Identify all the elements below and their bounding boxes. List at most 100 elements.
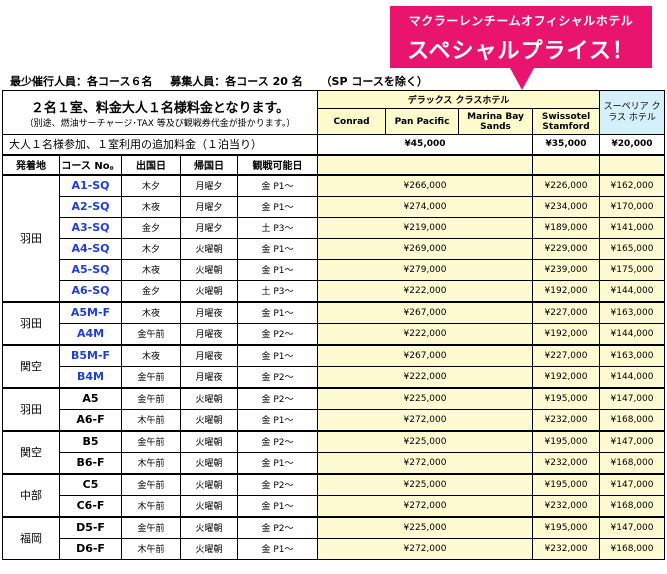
depart-day: 木午前 [121, 494, 181, 517]
price-superior: ¥175,000 [599, 258, 666, 281]
watch-day: 金 P1～ [236, 408, 319, 431]
table-row: C6-F 木午前 火曜朝金 P1～ ¥272,000 ¥232,000 ¥168,000 [3, 494, 666, 517]
price-deluxe: ¥274,000 [317, 195, 534, 218]
return-day: 月曜夜 [180, 300, 238, 324]
price-deluxe: ¥222,000 [317, 322, 534, 345]
notice-sub: （別途、燃油サーチャージ･TAX 等及び観戦券代金が掛かります。） [24, 118, 296, 129]
col-depart-header: 出国日 [121, 153, 181, 175]
price-swissotel: ¥195,000 [532, 386, 601, 410]
return-day: 火曜朝 [180, 451, 238, 474]
depart-day: 木午前 [121, 451, 181, 474]
table-row: A5-SQ 木夜 火曜朝金 P1～ ¥279,000 ¥239,000 ¥175,000 [3, 258, 666, 281]
depart-day: 木午前 [121, 408, 181, 431]
price-deluxe: ¥279,000 [317, 258, 534, 281]
return-day: 火曜朝 [180, 237, 238, 260]
course-code: B5 [59, 429, 122, 453]
price-swissotel: ¥189,000 [532, 216, 601, 239]
watch-day: 金 P2～ [236, 322, 319, 345]
return-day: 月曜夕 [180, 173, 238, 197]
return-day: 月曜夕 [180, 195, 238, 218]
watch-day: 金 P2～ [236, 515, 319, 539]
recruit-note: （SP コースを除く） [320, 75, 428, 88]
price-swissotel: ¥195,000 [532, 515, 601, 539]
course-code: A5 [59, 386, 122, 410]
hotel-swissotel-stamford: Swissotel Stamford [532, 108, 601, 135]
table-row: A4M 金午前 月曜夜金 P2～ ¥222,000 ¥192,000 ¥144,000 [3, 322, 666, 345]
course-code: A4-SQ [59, 237, 122, 260]
price-swissotel: ¥227,000 [532, 300, 601, 324]
table-row: A2-SQ 木夜 月曜夕金 P1～ ¥274,000 ¥234,000 ¥170,000 [3, 195, 666, 218]
table-row: 関空 B5 金午前 火曜朝金 P2～ ¥225,000 ¥195,000 ¥147,000 [2, 429, 666, 474]
price-swissotel: ¥229,000 [532, 237, 601, 260]
course-code: A2-SQ [59, 195, 122, 218]
course-code: B5M-F [59, 343, 122, 367]
depart-day: 木夜 [121, 300, 181, 324]
price-superior: ¥144,000 [599, 365, 666, 388]
watch-day: 金 P1～ [236, 195, 319, 218]
watch-day: 金 P1～ [236, 537, 319, 560]
price-swissotel: ¥192,000 [532, 322, 601, 345]
depart-day: 金午前 [121, 472, 181, 496]
hotel-pan-pacific: Pan Pacific [385, 108, 460, 135]
col-return-header: 帰国日 [180, 153, 238, 175]
price-deluxe: ¥225,000 [317, 472, 534, 496]
course-code: A5-SQ [59, 258, 122, 281]
price-swissotel: ¥234,000 [532, 195, 601, 218]
price-superior: ¥147,000 [599, 472, 666, 496]
hotel-conrad: Conrad [317, 108, 387, 135]
course-code: A3-SQ [59, 216, 122, 239]
price-superior: ¥165,000 [599, 237, 666, 260]
origin-cell: 中部 [2, 472, 60, 517]
origin-cell: 羽田 [2, 300, 60, 345]
return-day: 火曜朝 [180, 408, 238, 431]
course-code: A1-SQ [59, 173, 122, 197]
col-superior-header-blank [599, 153, 666, 175]
price-superior: ¥168,000 [599, 408, 666, 431]
depart-day: 木夕 [121, 173, 181, 197]
table-row: 羽田 A5M-F 木夜 月曜夜金 P1～ ¥267,000 ¥227,000 ¥163,00… [2, 300, 666, 345]
depart-day: 金午前 [121, 365, 181, 388]
price-deluxe: ¥269,000 [317, 237, 534, 260]
price-superior: ¥170,000 [599, 195, 666, 218]
price-deluxe: ¥272,000 [317, 408, 534, 431]
return-day: 火曜朝 [180, 537, 238, 560]
recruit-count: 募集人員：各コース 20 名 [170, 75, 303, 88]
promo-banner-subtitle: マクラーレンチームオフィシャルホテル [408, 14, 634, 28]
depart-day: 木夜 [121, 258, 181, 281]
origin-cell: 福岡 [2, 515, 60, 560]
price-swissotel: ¥192,000 [532, 279, 601, 302]
return-day: 月曜夜 [180, 322, 238, 345]
table-row: 福岡 D5-F 金午前 火曜朝金 P2～ ¥225,000 ¥195,000 ¥147,00… [2, 515, 666, 560]
depart-day: 金夕 [121, 279, 181, 302]
price-swissotel: ¥232,000 [532, 537, 601, 560]
watch-day: 金 P2～ [236, 429, 319, 453]
table-row: A4-SQ 木夕 火曜朝金 P1～ ¥269,000 ¥229,000 ¥165,000 [3, 237, 666, 260]
table-row: 中部 C5 金午前 火曜朝金 P2～ ¥225,000 ¥195,000 ¥147,000 [2, 472, 666, 517]
col-deluxe-header-blank [317, 153, 534, 175]
price-swissotel: ¥192,000 [532, 365, 601, 388]
promo-banner-title: スペシャルプライス！ [407, 39, 635, 64]
price-superior: ¥168,000 [599, 451, 666, 474]
return-day: 火曜朝 [180, 472, 238, 496]
price-superior: ¥144,000 [599, 322, 666, 345]
promo-banner-pointer [510, 68, 534, 90]
table-row: A6-F 木午前 火曜朝金 P1～ ¥272,000 ¥232,000 ¥168,000 [3, 408, 666, 431]
depart-day: 木夜 [121, 343, 181, 367]
price-swissotel: ¥239,000 [532, 258, 601, 281]
price-deluxe: ¥225,000 [317, 515, 534, 539]
course-code: A6-SQ [59, 279, 122, 302]
supplement-swissotel: ¥35,000 [532, 134, 601, 155]
col-origin-header: 発着地 [2, 153, 60, 175]
return-day: 月曜夜 [180, 365, 238, 388]
price-superior: ¥168,000 [599, 537, 666, 560]
col-course-header: コース No。 [59, 153, 122, 175]
price-swissotel: ¥232,000 [532, 494, 601, 517]
course-code: A6-F [59, 408, 122, 431]
table-row: 関空 B5M-F 木夜 月曜夜金 P1～ ¥267,000 ¥227,000 ¥163,00… [2, 343, 666, 388]
return-day: 火曜朝 [180, 279, 238, 302]
deluxe-class-header: デラックス クラスホテル [317, 90, 601, 109]
min-participants: 最少催行人員：各コース６名 [10, 75, 153, 88]
table-row: A6-SQ 金夕 火曜朝土 P3～ ¥222,000 ¥192,000 ¥144,000 [3, 279, 666, 302]
notice-cell: ２名１室、料金大人１名様料金となります。 （別途、燃油サーチャージ･TAX 等及… [1, 90, 319, 135]
price-deluxe: ¥222,000 [317, 365, 534, 388]
